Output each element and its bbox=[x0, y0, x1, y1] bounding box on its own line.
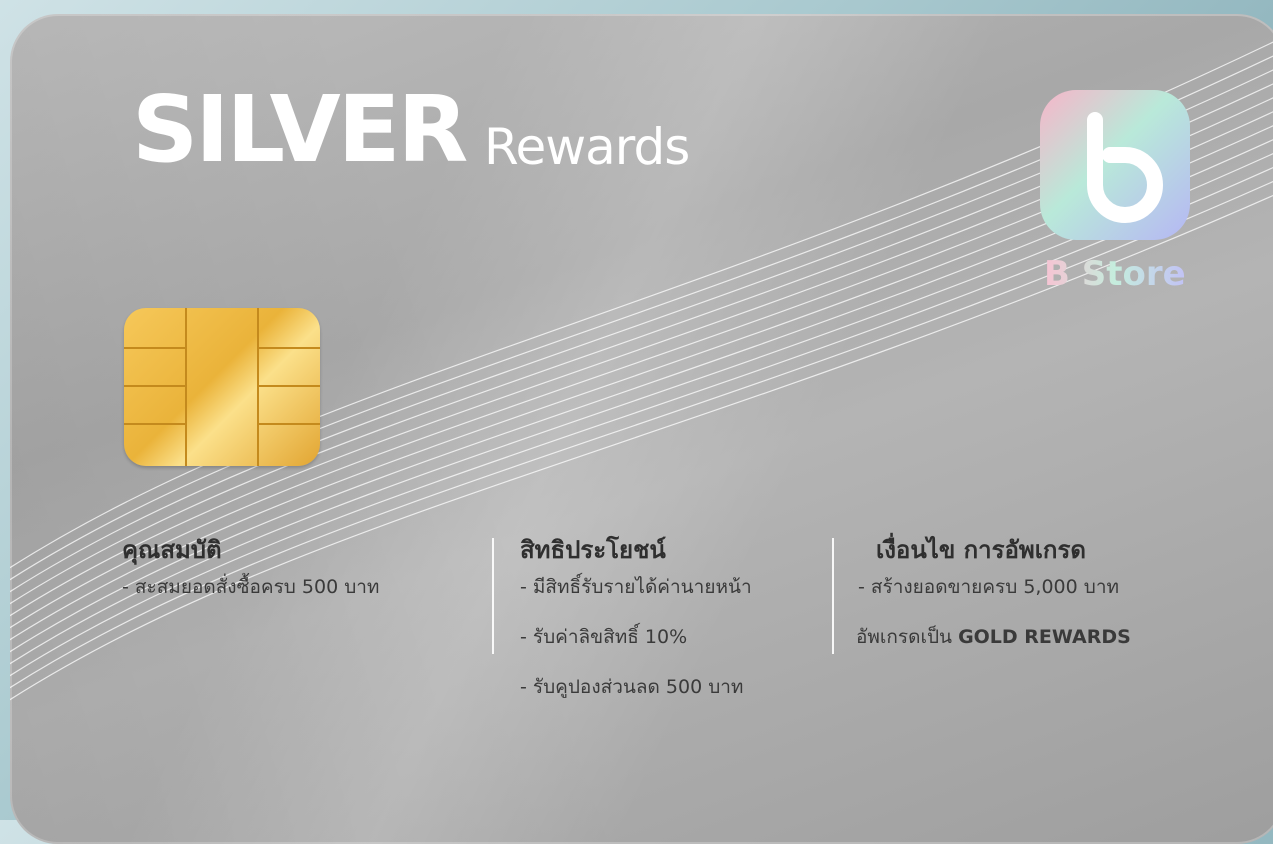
benefits-heading: สิทธิประโยชน์ bbox=[520, 536, 666, 564]
column-divider bbox=[492, 538, 494, 654]
qualification-item: - สะสมยอดสั่งซื้อครบ 500 บาท bbox=[122, 576, 380, 598]
column-divider bbox=[832, 538, 834, 654]
b-logo-icon bbox=[1040, 90, 1190, 240]
card-chip bbox=[124, 308, 320, 466]
upgrade-target-line: อัพเกรดเป็น GOLD REWARDS bbox=[856, 622, 1131, 652]
tier-subtitle: Rewards bbox=[484, 118, 690, 176]
membership-card: SILVER Rewards B Store คุณสมบัติ - สะสมย… bbox=[10, 14, 1273, 844]
tier-title: SILVER bbox=[132, 76, 468, 183]
upgrade-prefix: อัพเกรดเป็น bbox=[856, 626, 959, 648]
upgrade-item: - สร้างยอดขายครบ 5,000 บาท bbox=[858, 576, 1120, 598]
qualifications-heading: คุณสมบัติ bbox=[122, 536, 222, 564]
benefit-item: - รับคูปองส่วนลด 500 บาท bbox=[520, 676, 744, 698]
benefit-item: - รับค่าลิขสิทธิ์ 10% bbox=[520, 626, 688, 648]
upgrade-target: GOLD REWARDS bbox=[958, 626, 1131, 648]
brand-name: B Store bbox=[1044, 254, 1186, 294]
benefit-item: - มีสิทธิ์รับรายได้ค่านายหน้า bbox=[520, 576, 752, 598]
upgrade-heading: เงื่อนไข การอัพเกรด bbox=[876, 536, 1086, 564]
